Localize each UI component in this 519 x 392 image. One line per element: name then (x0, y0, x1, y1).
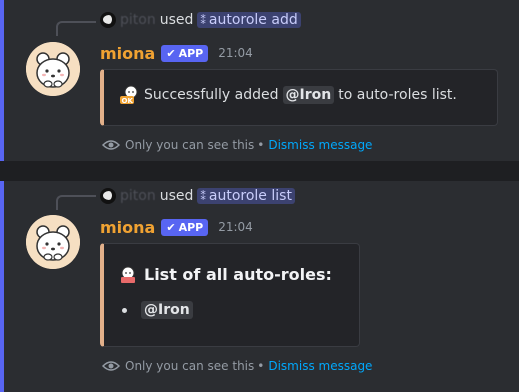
bot-avatar[interactable] (26, 215, 80, 269)
ok-bear-icon: OK (120, 85, 140, 105)
user-avatar-mini[interactable] (100, 188, 116, 204)
reply-connector (56, 21, 96, 36)
ephemeral-message-2: piton used ⁑ autorole list miona ✔ APP 2… (0, 181, 519, 392)
ephemeral-text: Only you can see this (125, 359, 255, 373)
slash-command-chip[interactable]: ⁑ autorole list (197, 188, 295, 204)
ephemeral-message-1: piton used ⁑ autorole add miona ✔ APP 21… (0, 0, 519, 161)
bear-list-icon (121, 266, 135, 283)
svg-text:OK: OK (122, 97, 134, 105)
app-badge: ✔ APP (161, 44, 209, 62)
embed-title: List of all auto-roles: (118, 265, 332, 284)
embed-description: OK Successfully added @Iron to auto-role… (120, 85, 457, 105)
command-name: autorole add (208, 12, 298, 28)
command-user-name[interactable]: piton (120, 12, 156, 28)
timestamp[interactable]: 21:04 (218, 220, 253, 234)
ephemeral-text: Only you can see this (125, 138, 255, 152)
app-badge-label: APP (178, 46, 204, 60)
bot-name[interactable]: miona (100, 44, 155, 63)
role-mention[interactable]: @Iron (282, 86, 335, 104)
verified-check-icon: ✔ (166, 46, 176, 60)
embed-title-text: List of all auto-roles: (144, 265, 332, 284)
message-header: miona ✔ APP 21:04 (100, 216, 253, 238)
embed-card: OK Successfully added @Iron to auto-role… (100, 69, 498, 126)
timestamp[interactable]: 21:04 (218, 46, 253, 60)
separator-dot: • (257, 359, 265, 373)
app-badge: ✔ APP (161, 218, 209, 236)
embed-card: List of all auto-roles: @Iron (100, 243, 360, 347)
slash-command-icon: ⁑ (200, 189, 205, 203)
command-reference[interactable]: piton used ⁑ autorole list (100, 186, 295, 206)
bear-avatar-icon (26, 42, 80, 96)
slash-command-chip[interactable]: ⁑ autorole add (197, 12, 301, 28)
eye-icon (102, 140, 120, 150)
list-item: @Iron (122, 301, 197, 319)
separator-dot: • (257, 138, 265, 152)
used-label: used (159, 12, 194, 28)
bot-avatar[interactable] (26, 42, 80, 96)
command-reference[interactable]: piton used ⁑ autorole add (100, 10, 301, 30)
user-avatar-mini[interactable] (100, 12, 116, 28)
app-badge-label: APP (178, 220, 204, 234)
bot-name[interactable]: miona (100, 218, 155, 237)
used-label: used (159, 188, 194, 204)
bear-avatar-icon (26, 215, 80, 269)
reply-connector (56, 195, 96, 210)
message-header: miona ✔ APP 21:04 (100, 42, 253, 64)
dismiss-message-link[interactable]: Dismiss message (268, 359, 372, 373)
ephemeral-notice: Only you can see this • Dismiss message (102, 138, 372, 152)
dismiss-message-link[interactable]: Dismiss message (268, 138, 372, 152)
verified-check-icon: ✔ (166, 220, 176, 234)
role-mention[interactable]: @Iron (141, 301, 193, 319)
ephemeral-notice: Only you can see this • Dismiss message (102, 359, 372, 373)
command-user-name[interactable]: piton (120, 188, 156, 204)
command-name: autorole list (208, 188, 292, 204)
slash-command-icon: ⁑ (200, 13, 205, 27)
bullet-point (122, 307, 127, 313)
embed-text-before: Successfully added (144, 87, 279, 103)
eye-icon (102, 361, 120, 371)
embed-text-after: to auto-roles list. (338, 87, 457, 103)
